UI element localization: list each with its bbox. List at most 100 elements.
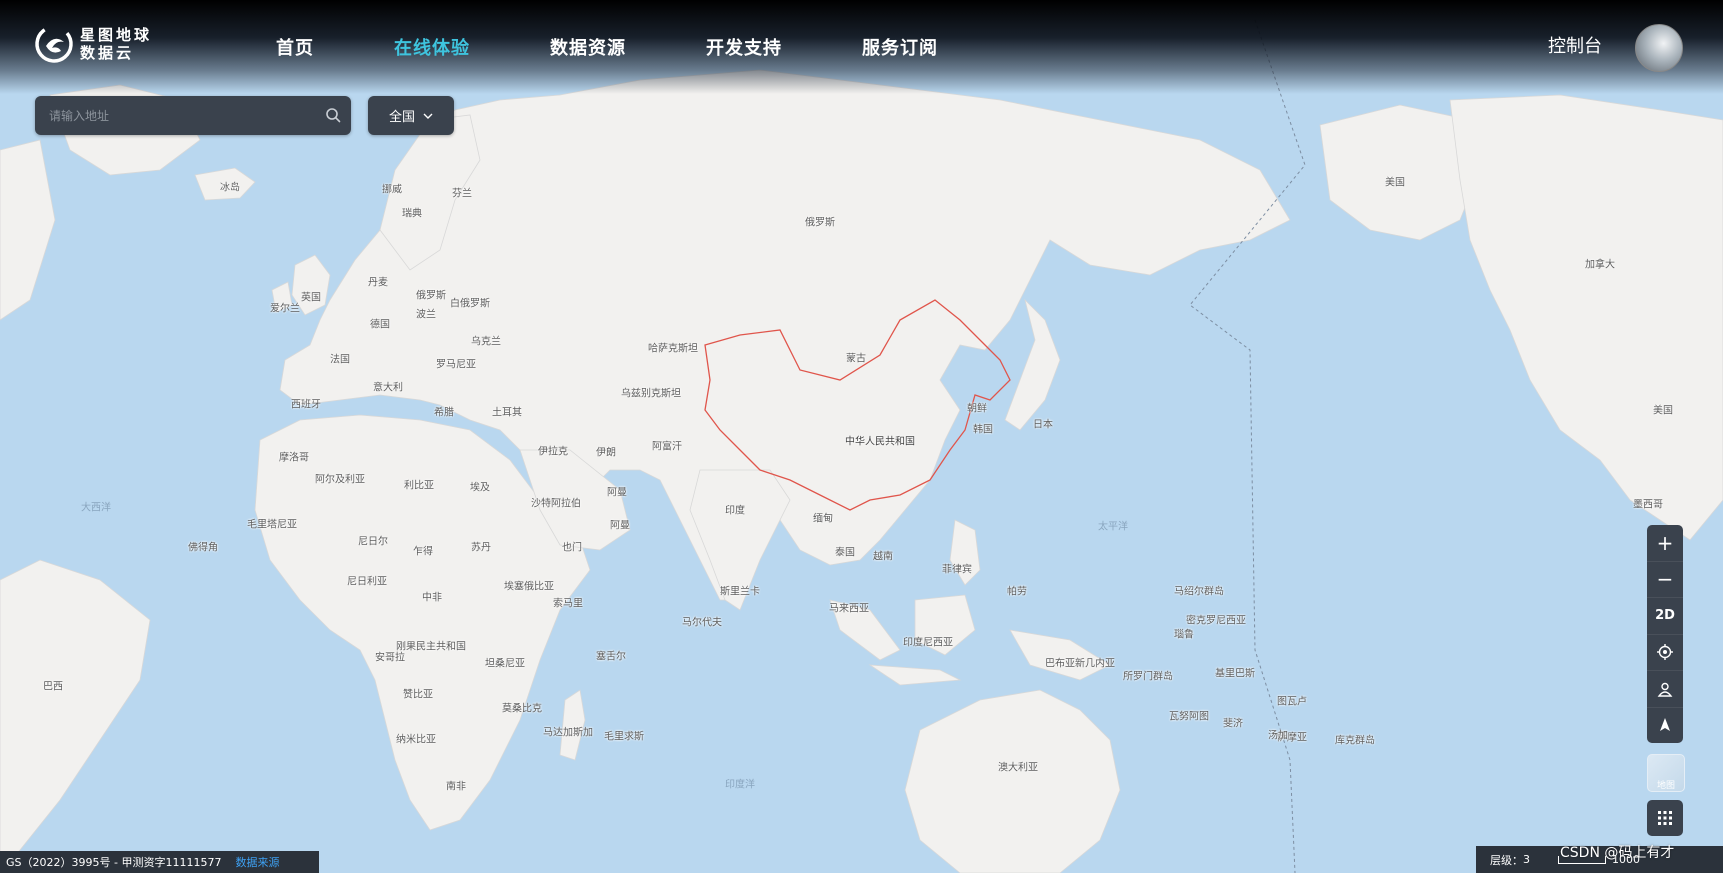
map-label-tuvalu: 图瓦卢 xyxy=(1277,696,1307,708)
map-label-nigeria: 尼日利亚 xyxy=(347,576,387,588)
map-label-atlantic: 大西洋 xyxy=(81,502,111,514)
apps-grid-button[interactable] xyxy=(1647,800,1683,836)
brand-text: 星图地球 数据云 xyxy=(80,26,152,62)
map-label-philippines: 菲律宾 xyxy=(942,564,972,576)
map-label-fiji: 斐济 xyxy=(1223,718,1243,730)
nav-item-data-resources[interactable]: 数据资源 xyxy=(550,34,626,60)
brand-line-2: 数据云 xyxy=(80,44,135,62)
map-label-central-africa: 中非 xyxy=(422,592,442,604)
nav-item-home[interactable]: 首页 xyxy=(276,34,314,60)
brand-line-1: 星图地球 xyxy=(80,26,153,44)
search-icon[interactable] xyxy=(325,107,341,123)
map-label-brazil: 巴西 xyxy=(43,681,63,693)
view-mode-button[interactable]: 2D xyxy=(1647,598,1683,635)
copyright-text: GS（2022）3995号 - 甲测资字11111577 xyxy=(6,856,222,869)
map-label-mongolia: 蒙古 xyxy=(846,353,866,365)
logo-icon xyxy=(35,25,73,63)
user-location-button[interactable] xyxy=(1647,671,1683,708)
map-label-kiribati: 基里巴斯 xyxy=(1215,668,1255,680)
top-header: 星图地球 数据云 首页 在线体验 数据资源 开发支持 服务订阅 控制台 xyxy=(0,0,1723,94)
avatar[interactable] xyxy=(1635,24,1683,72)
map-label-angola: 安哥拉 xyxy=(375,652,405,664)
map-label-romania: 罗马尼亚 xyxy=(436,359,476,371)
watermark: CSDN @码上有才 xyxy=(1560,845,1675,861)
app-root: 俄罗斯 美国 加拿大 美国 墨西哥 冰岛 挪威 芬兰 瑞典 丹麦 英国 爱尔兰 … xyxy=(0,0,1723,873)
map-label-ireland: 爱尔兰 xyxy=(270,303,300,315)
map-label-sweden: 瑞典 xyxy=(402,208,422,220)
map-label-iran: 伊朗 xyxy=(596,447,616,459)
map-label-greece: 希腊 xyxy=(434,407,454,419)
zoom-in-button[interactable]: + xyxy=(1647,525,1683,562)
map-label-algeria: 阿尔及利亚 xyxy=(315,474,365,486)
map-label-uzbekistan: 乌兹别克斯坦 xyxy=(621,388,681,400)
map-label-mauritania: 毛里塔尼亚 xyxy=(247,519,297,531)
zoom-out-button[interactable]: − xyxy=(1647,562,1683,598)
map-label-norway: 挪威 xyxy=(382,184,402,196)
brand-logo[interactable]: 星图地球 数据云 xyxy=(34,24,152,64)
nav-item-online-experience[interactable]: 在线体验 xyxy=(394,34,470,60)
map-label-somalia: 索马里 xyxy=(553,598,583,610)
nav-item-dev-support[interactable]: 开发支持 xyxy=(706,34,782,60)
map-label-germany: 德国 xyxy=(370,319,390,331)
map-label-ukraine: 乌克兰 xyxy=(471,336,501,348)
map-label-indian-ocean: 印度洋 xyxy=(725,779,755,791)
map-label-seychelles: 塞舌尔 xyxy=(596,651,626,663)
map-label-mauritius: 毛里求斯 xyxy=(604,731,644,743)
map-label-russia-eu: 俄罗斯 xyxy=(416,290,446,302)
map-label-thailand: 泰国 xyxy=(835,547,855,559)
map-label-south-korea: 韩国 xyxy=(973,424,993,436)
map-label-nauru: 瑙鲁 xyxy=(1174,629,1194,641)
map-label-tonga: 汤加 xyxy=(1268,730,1288,742)
map-label-madagascar: 马达加斯加 xyxy=(543,727,593,739)
data-source-link[interactable]: 数据来源 xyxy=(235,854,279,870)
map-label-kazakhstan: 哈萨克斯坦 xyxy=(648,343,698,355)
map-label-uk: 英国 xyxy=(301,292,321,304)
map-label-mozambique: 莫桑比克 xyxy=(502,703,542,715)
map-label-china: 中华人民共和国 xyxy=(845,436,915,448)
nav-item-subscription[interactable]: 服务订阅 xyxy=(862,34,938,60)
region-select[interactable]: 全国 xyxy=(368,96,454,135)
map-label-pacific: 太平洋 xyxy=(1098,521,1128,533)
search-box xyxy=(35,96,351,135)
map-label-oman: 阿曼 xyxy=(607,487,627,499)
grid-icon xyxy=(1658,811,1672,825)
zoom-in-icon: + xyxy=(1656,530,1674,555)
map-label-finland: 芬兰 xyxy=(452,188,472,200)
map-label-oman2: 阿曼 xyxy=(610,520,630,532)
chevron-down-icon xyxy=(423,113,433,119)
view-mode-label: 2D xyxy=(1655,608,1675,624)
map-label-spain: 西班牙 xyxy=(291,399,321,411)
map-label-iceland: 冰岛 xyxy=(220,182,240,194)
console-link[interactable]: 控制台 xyxy=(1548,32,1602,58)
map-label-libya: 利比亚 xyxy=(404,480,434,492)
map-label-vietnam: 越南 xyxy=(873,551,893,563)
map-label-myanmar: 缅甸 xyxy=(813,513,833,525)
map-label-usa: 美国 xyxy=(1653,405,1673,417)
region-select-value: 全国 xyxy=(388,110,415,125)
basemap-switch-button[interactable]: 地图 xyxy=(1647,754,1685,792)
basemap-switch-label: 地图 xyxy=(1656,781,1675,791)
map-label-italy: 意大利 xyxy=(373,382,403,394)
map-label-micronesia: 密克罗尼西亚 xyxy=(1186,615,1246,627)
locate-button[interactable] xyxy=(1647,635,1683,671)
map-label-turkey: 土耳其 xyxy=(492,407,522,419)
map-label-russia: 俄罗斯 xyxy=(805,217,835,229)
map-label-iraq: 伊拉克 xyxy=(538,446,568,458)
zoom-level-label: 层级： xyxy=(1490,853,1523,867)
map-label-zambia: 赞比亚 xyxy=(403,689,433,701)
map-label-india: 印度 xyxy=(725,505,745,517)
map-label-canada: 加拿大 xyxy=(1585,259,1615,271)
map-label-south-africa: 南非 xyxy=(446,781,466,793)
map-label-cabo-verde: 佛得角 xyxy=(188,542,218,554)
map-label-solomon: 所罗门群岛 xyxy=(1123,671,1173,683)
search-input[interactable] xyxy=(47,104,311,128)
map-label-north-korea: 朝鲜 xyxy=(967,403,987,415)
map-label-cook: 库克群岛 xyxy=(1335,735,1375,747)
main-nav: 首页 在线体验 数据资源 开发支持 服务订阅 xyxy=(276,34,1018,60)
map-toolbar: + − 2D xyxy=(1647,525,1683,743)
zoom-out-icon: − xyxy=(1656,567,1674,592)
map-label-ethiopia: 埃塞俄比亚 xyxy=(504,581,554,593)
map-label-chad: 乍得 xyxy=(413,546,433,558)
compass-button[interactable] xyxy=(1647,708,1683,744)
map-label-france: 法国 xyxy=(330,354,350,366)
